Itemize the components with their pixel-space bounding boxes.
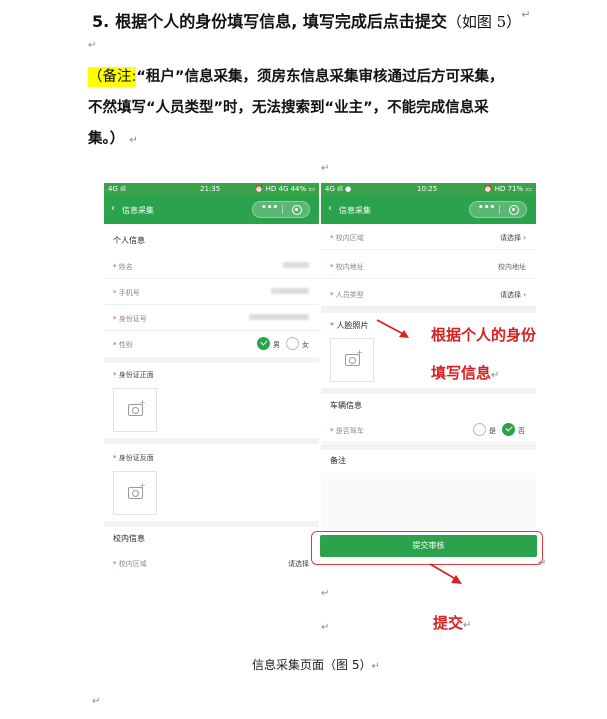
note-line1: “租户”信息采集，须房东信息采集审核通过后方可采集， bbox=[136, 69, 504, 85]
phone-row[interactable]: * 手机号 bbox=[104, 279, 319, 305]
car-yes-label: 是 bbox=[489, 427, 496, 435]
figure-caption: 信息采集页面（图 5）↵ bbox=[252, 658, 380, 672]
id-back-label: * 身份证反面 bbox=[113, 454, 154, 462]
nav-title: 信息采集 bbox=[122, 206, 154, 215]
submit-button[interactable]: 提交审核 bbox=[320, 535, 537, 557]
section-campus: 校内信息 bbox=[113, 534, 145, 543]
car-no-radio[interactable] bbox=[502, 423, 515, 436]
note-paragraph: （备注:“租户”信息采集，须房东信息采集审核通过后方可采集， 不然填写“人员类型… bbox=[88, 62, 563, 156]
id-back-upload[interactable] bbox=[113, 471, 157, 515]
mini-program-capsule[interactable]: ••• bbox=[252, 201, 310, 218]
name-row[interactable]: * 姓名 bbox=[104, 253, 319, 279]
campus-address-row[interactable]: * 校内地址 校内地址 bbox=[321, 253, 536, 279]
nav-bar: ‹ 信息采集 ••• bbox=[104, 196, 319, 224]
step-title: 根据个人的身份填写信息, 填写完成后点击提交 bbox=[115, 12, 447, 31]
status-bar: 4G ıll 21:35 ⏰ HD 4G 44% ▭ bbox=[104, 183, 319, 196]
annotation-submit: 提交↵ bbox=[433, 614, 472, 632]
car-yes-radio[interactable] bbox=[473, 423, 486, 436]
step-heading: 5. 根据个人的身份填写信息, 填写完成后点击提交（如图 5） ↵ bbox=[92, 8, 531, 31]
more-icon: ••• bbox=[478, 203, 496, 213]
face-photo-label: * 人脸照片 bbox=[330, 321, 369, 330]
section-vehicle: 车辆信息 bbox=[330, 401, 362, 410]
annotation-fill-line1: 根据个人的身份 bbox=[431, 326, 537, 344]
blurred-name bbox=[283, 262, 309, 268]
arrow-to-form-icon bbox=[376, 319, 409, 338]
nav-title: 信息采集 bbox=[339, 206, 371, 215]
campus-area-row[interactable]: * 校内区域 请选择 bbox=[104, 555, 319, 569]
phone-screenshot-left: 4G ıll 21:35 ⏰ HD 4G 44% ▭ ‹ 信息采集 ••• 个人… bbox=[104, 183, 319, 569]
female-label: 女 bbox=[302, 341, 309, 349]
arrow-to-submit-icon bbox=[429, 563, 462, 584]
mini-program-capsule[interactable]: ••• bbox=[469, 201, 527, 218]
note-line2: 不然填写“人员类型”时，无法搜索到“业主”，不能完成信息采 bbox=[88, 100, 489, 116]
camera-icon bbox=[128, 481, 146, 499]
camera-icon bbox=[128, 398, 146, 416]
back-icon[interactable]: ‹ bbox=[111, 203, 115, 214]
figure-ref: （如图 5） bbox=[446, 13, 522, 31]
face-photo-upload[interactable] bbox=[330, 338, 374, 382]
blurred-id bbox=[249, 314, 309, 320]
nav-bar: ‹ 信息采集 ••• bbox=[321, 196, 536, 224]
remark-label: 备注 bbox=[330, 456, 346, 465]
step-number: 5. bbox=[92, 12, 110, 31]
paragraph-mark: ↵ bbox=[321, 163, 330, 174]
blurred-phone bbox=[271, 288, 309, 294]
car-no-label: 否 bbox=[518, 427, 525, 435]
id-row[interactable]: * 身份证号 bbox=[104, 305, 319, 331]
more-icon: ••• bbox=[261, 203, 279, 213]
phone-screenshot-right: 4G ıll ● 10:25 ⏰ HD 71% ▭ ‹ 信息采集 ••• * 校… bbox=[321, 183, 536, 569]
id-front-label: * 身份证正面 bbox=[113, 371, 154, 379]
section-personal: 个人信息 bbox=[113, 236, 145, 245]
person-type-row[interactable]: * 人员类型 请选择 › bbox=[321, 281, 536, 307]
campus-area-row[interactable]: * 校内区域 请选择 › bbox=[321, 224, 536, 250]
id-front-upload[interactable] bbox=[113, 388, 157, 432]
male-label: 男 bbox=[273, 341, 280, 349]
close-target-icon bbox=[292, 205, 302, 215]
camera-icon bbox=[345, 348, 363, 366]
close-target-icon bbox=[509, 205, 519, 215]
annotation-fill-line2: 填写信息↵ bbox=[431, 364, 500, 382]
status-bar: 4G ıll ● 10:25 ⏰ HD 71% ▭ bbox=[321, 183, 536, 196]
back-icon[interactable]: ‹ bbox=[328, 203, 332, 214]
female-radio[interactable] bbox=[286, 337, 299, 350]
note-prefix-highlight: （备注: bbox=[88, 67, 137, 87]
note-line3: 集。） bbox=[88, 131, 125, 147]
male-radio[interactable] bbox=[257, 337, 270, 350]
paragraph-mark: ↵ bbox=[88, 40, 97, 51]
